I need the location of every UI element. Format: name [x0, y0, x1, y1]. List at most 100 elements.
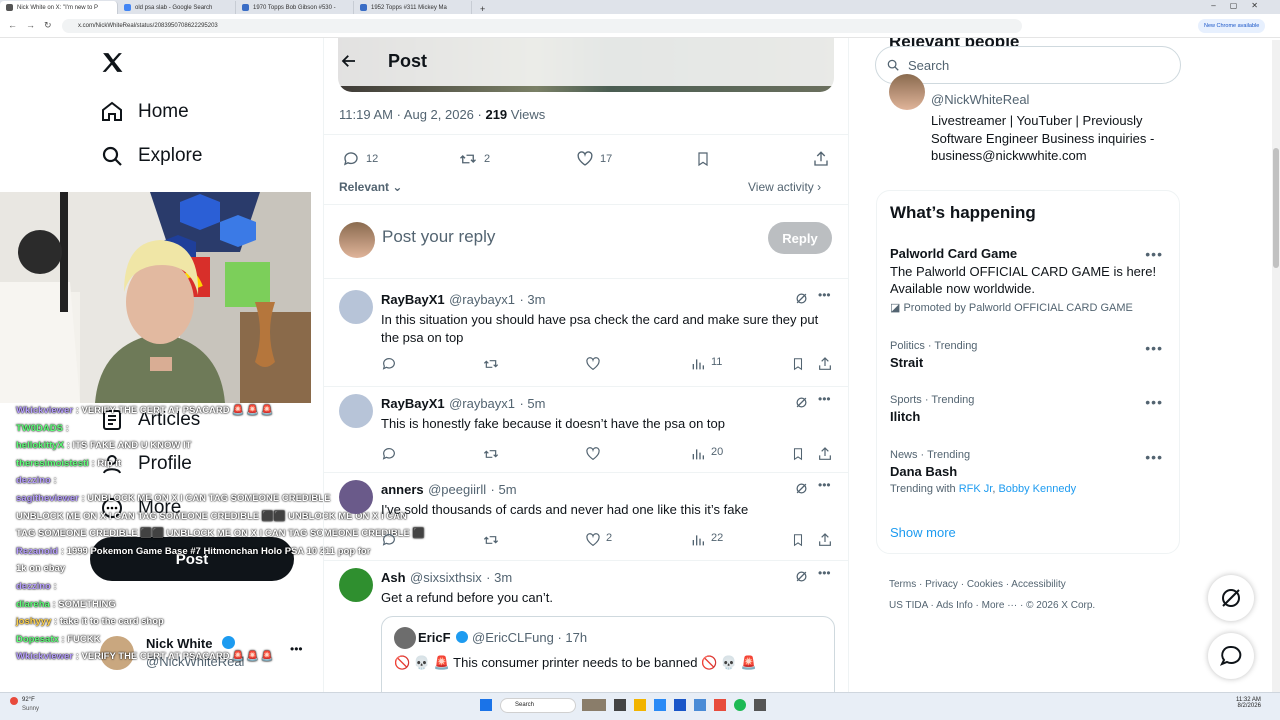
bookmark-icon[interactable]: [791, 532, 805, 551]
like-button[interactable]: [585, 356, 606, 372]
reply-post[interactable]: anners @peegiirll · 5m ••• I've sold tho…: [324, 472, 848, 560]
author-name[interactable]: RayBayX1: [381, 292, 445, 307]
more-dots-icon[interactable]: •••: [1145, 449, 1163, 465]
post-button[interactable]: Post: [90, 537, 294, 581]
footer-link[interactable]: Privacy: [925, 579, 958, 590]
grok-button[interactable]: [1208, 575, 1254, 621]
author-name[interactable]: anners: [381, 482, 424, 497]
promoted-trend[interactable]: Palworld Card Game The Palworld OFFICIAL…: [890, 246, 1170, 314]
windows-start-icon[interactable]: [480, 699, 492, 711]
footer-link[interactable]: Terms: [889, 579, 916, 590]
chrome-icon[interactable]: [714, 699, 726, 711]
more-dots-icon[interactable]: •••: [818, 478, 831, 492]
author-handle[interactable]: @raybayx1: [449, 292, 515, 307]
views-button[interactable]: 20: [690, 446, 723, 462]
reply-post[interactable]: RayBayX1 @raybayx1 · 3m ••• In this situ…: [324, 282, 848, 386]
browser-tab[interactable]: 1952 Topps #311 Mickey Ma: [354, 1, 472, 14]
share-icon[interactable]: [812, 150, 830, 173]
page-scrollbar[interactable]: [1272, 40, 1280, 692]
more-dots-icon[interactable]: •••: [818, 392, 831, 406]
footer-link[interactable]: More ···: [982, 600, 1018, 611]
browser-tab[interactable]: Nick White on X: "I'm new to P: [0, 1, 118, 14]
edge-icon[interactable]: [654, 699, 666, 711]
repost-icon[interactable]: [482, 532, 500, 551]
grok-icon[interactable]: [794, 569, 809, 589]
more-dots-icon[interactable]: •••: [818, 288, 831, 302]
reply-icon[interactable]: [381, 356, 397, 375]
new-tab-button[interactable]: +: [472, 4, 493, 14]
bookmark-icon[interactable]: [695, 150, 711, 173]
reply-submit-button[interactable]: Reply: [768, 222, 832, 254]
bookmark-icon[interactable]: [791, 356, 805, 375]
grok-icon[interactable]: [794, 395, 809, 415]
trend-item[interactable]: News · Trending Dana Bash Trending with …: [890, 449, 1076, 495]
back-arrow-icon[interactable]: ←: [8, 20, 17, 30]
like-button[interactable]: 2: [585, 532, 612, 548]
share-icon[interactable]: [817, 532, 833, 551]
author-name[interactable]: Ash: [381, 570, 406, 585]
window-controls[interactable]: –▢✕: [1211, 1, 1272, 10]
app-icon[interactable]: [614, 699, 626, 711]
avatar[interactable]: [339, 394, 373, 428]
reply-button[interactable]: 12: [342, 150, 378, 168]
repost-icon[interactable]: [482, 356, 500, 375]
avatar[interactable]: [339, 480, 373, 514]
avatar[interactable]: [889, 74, 925, 110]
taskbar-search[interactable]: Search: [500, 698, 576, 713]
reply-icon[interactable]: [381, 446, 397, 465]
nav-home[interactable]: Home: [100, 100, 189, 124]
repost-icon[interactable]: [482, 446, 500, 465]
grok-icon[interactable]: [794, 291, 809, 311]
footer-link[interactable]: Ads Info: [936, 600, 973, 611]
like-button[interactable]: [585, 446, 606, 462]
grok-icon[interactable]: [794, 481, 809, 501]
app-icon[interactable]: [754, 699, 766, 711]
reload-icon[interactable]: ↻: [44, 20, 52, 31]
reply-post[interactable]: RayBayX1 @raybayx1 · 5m ••• This is hone…: [324, 386, 848, 472]
search-input[interactable]: Search: [875, 46, 1181, 84]
views-button[interactable]: 11: [690, 356, 722, 372]
show-more-link[interactable]: Show more: [890, 525, 956, 540]
trend-item[interactable]: Sports · Trending Ilitch: [890, 394, 974, 424]
trend-link[interactable]: Bobby Kennedy: [998, 483, 1076, 495]
more-dots-icon[interactable]: •••: [290, 642, 303, 656]
more-dots-icon[interactable]: •••: [818, 566, 831, 580]
views-button[interactable]: 22: [690, 532, 723, 548]
more-dots-icon[interactable]: •••: [1145, 246, 1163, 262]
author-name[interactable]: RayBayX1: [381, 396, 445, 411]
person-handle[interactable]: @NickWhiteReal: [931, 92, 1029, 107]
nav-explore[interactable]: Explore: [100, 144, 202, 168]
avatar[interactable]: [339, 290, 373, 324]
app-icon[interactable]: [694, 699, 706, 711]
back-arrow-icon[interactable]: [340, 52, 358, 75]
folder-icon[interactable]: [634, 699, 646, 711]
url-field[interactable]: x.com/NickWhiteReal/status/2083950708622…: [62, 19, 1022, 33]
author-handle[interactable]: @sixsixthsix: [410, 570, 482, 585]
trend-link[interactable]: RFK Jr: [959, 483, 993, 495]
messages-button[interactable]: [1208, 633, 1254, 679]
author-handle[interactable]: @raybayx1: [449, 396, 515, 411]
footer-link[interactable]: Accessibility: [1011, 579, 1065, 590]
app-icon[interactable]: [674, 699, 686, 711]
avatar[interactable]: [339, 568, 373, 602]
sort-dropdown[interactable]: Relevant ⌄: [339, 180, 402, 194]
app-icon[interactable]: [582, 699, 606, 711]
spotify-icon[interactable]: [734, 699, 746, 711]
share-icon[interactable]: [817, 446, 833, 465]
more-dots-icon[interactable]: •••: [1145, 394, 1163, 410]
clock[interactable]: 11:32 AM 8/2/2026: [1236, 697, 1261, 709]
browser-tab[interactable]: 1970 Topps Bob Gibson #530 -: [236, 1, 354, 14]
view-activity-link[interactable]: View activity ›: [748, 180, 821, 194]
x-logo-icon[interactable]: [100, 50, 125, 80]
chrome-update-badge[interactable]: New Chrome available: [1198, 19, 1266, 33]
bookmark-icon[interactable]: [791, 446, 805, 465]
forward-arrow-icon[interactable]: →: [26, 20, 35, 30]
footer-link[interactable]: US TIDA: [889, 600, 928, 611]
footer-link[interactable]: Cookies: [967, 579, 1003, 590]
trend-item[interactable]: Politics · Trending Strait: [890, 340, 977, 370]
browser-tab[interactable]: old psa slab - Google Search: [118, 1, 236, 14]
more-dots-icon[interactable]: •••: [1145, 340, 1163, 356]
quoted-post[interactable]: EricF @EricCLFung · 17h 🚫 💀 🚨 This consu…: [381, 616, 835, 692]
reply-input[interactable]: Post your reply: [382, 227, 495, 247]
repost-button[interactable]: 2: [458, 150, 490, 168]
